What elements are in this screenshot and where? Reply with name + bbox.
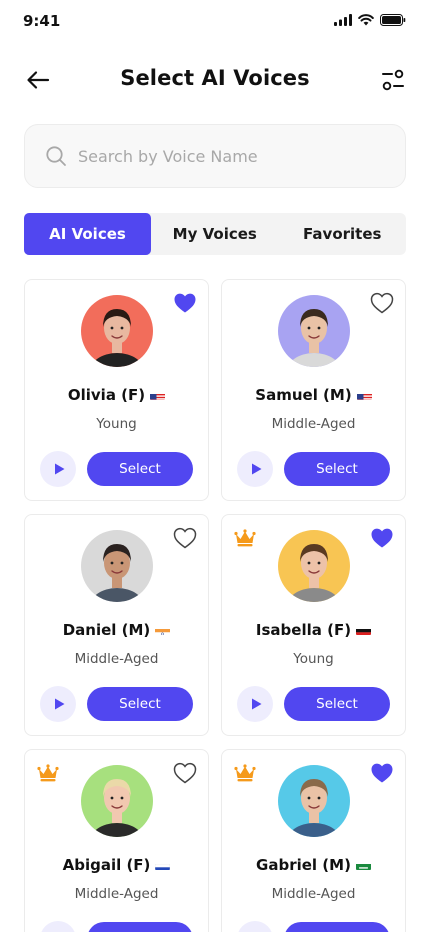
play-button[interactable] (237, 921, 273, 932)
voice-age: Young (293, 651, 334, 667)
voice-name-label: Abigail (F) (62, 856, 151, 874)
select-button[interactable]: Select (284, 922, 390, 932)
play-icon (249, 462, 263, 476)
voice-name-label: Olivia (F) (67, 386, 146, 404)
select-button[interactable]: Select (87, 452, 193, 486)
heart-filled-icon[interactable] (370, 527, 394, 549)
heart-outline-icon[interactable] (173, 762, 197, 784)
voice-name: Isabella (F) (222, 621, 405, 639)
play-button[interactable] (237, 451, 273, 487)
filter-button[interactable] (380, 68, 406, 92)
play-icon (249, 697, 263, 711)
flag-us-icon (356, 390, 372, 400)
voice-card[interactable]: Olivia (F) Young Select (24, 279, 209, 501)
crown-icon (234, 764, 256, 782)
voice-card[interactable]: Abigail (F) Middle-Aged Select (24, 749, 209, 932)
play-icon (52, 697, 66, 711)
voice-card[interactable]: Daniel (M) Middle-Aged Select (24, 514, 209, 736)
voice-name-label: Samuel (M) (255, 386, 352, 404)
voice-name: Olivia (F) (25, 386, 208, 404)
filter-icon (382, 69, 404, 91)
tab-my-voices[interactable]: My Voices (151, 213, 279, 255)
flag-sa-icon (355, 860, 371, 870)
avatar (81, 765, 153, 837)
voice-card[interactable]: Gabriel (M) Middle-Aged Select (221, 749, 406, 932)
voice-name: Daniel (M) (25, 621, 208, 639)
play-button[interactable] (40, 921, 76, 932)
heart-filled-icon[interactable] (173, 292, 197, 314)
page-title: Select AI Voices (120, 66, 310, 90)
search-input[interactable] (78, 146, 378, 166)
heart-outline-icon[interactable] (173, 527, 197, 549)
battery-icon (380, 14, 406, 26)
flag-in-icon (155, 625, 171, 635)
voice-name: Samuel (M) (222, 386, 405, 404)
voice-grid: Olivia (F) Young Select Samuel (M) Middle-Ag… (24, 279, 406, 932)
select-button[interactable]: Select (284, 452, 390, 486)
voice-age: Middle-Aged (271, 416, 356, 432)
voice-name-label: Daniel (M) (62, 621, 151, 639)
voice-card[interactable]: Samuel (M) Middle-Aged Select (221, 279, 406, 501)
flag-de-icon (356, 625, 372, 635)
search-icon (46, 146, 66, 166)
play-button[interactable] (40, 686, 76, 722)
tab-favorites[interactable]: Favorites (279, 213, 407, 255)
select-button[interactable]: Select (87, 687, 193, 721)
tab-ai-voices[interactable]: AI Voices (24, 213, 151, 255)
voice-age: Middle-Aged (74, 886, 159, 902)
voice-tabs: AI Voices My Voices Favorites (24, 213, 406, 255)
avatar (278, 765, 350, 837)
avatar (278, 295, 350, 367)
select-button[interactable]: Select (284, 687, 390, 721)
play-button[interactable] (237, 686, 273, 722)
crown-icon (37, 764, 59, 782)
voice-age: Young (96, 416, 137, 432)
wifi-icon (358, 14, 374, 26)
voice-name-label: Isabella (F) (255, 621, 352, 639)
status-bar: 9:41 (0, 0, 430, 44)
avatar (81, 295, 153, 367)
voice-age: Middle-Aged (74, 651, 159, 667)
signal-icon (334, 14, 352, 26)
play-icon (52, 462, 66, 476)
avatar (81, 530, 153, 602)
voice-name: Gabriel (M) (222, 856, 405, 874)
voice-card[interactable]: Isabella (F) Young Select (221, 514, 406, 736)
voice-age: Middle-Aged (271, 886, 356, 902)
voice-name-label: Gabriel (M) (256, 856, 351, 874)
select-button[interactable]: Select (87, 922, 193, 932)
play-button[interactable] (40, 451, 76, 487)
status-icons (334, 14, 406, 26)
search-box (24, 124, 406, 188)
header: Select AI Voices (0, 58, 430, 102)
status-time: 9:41 (23, 12, 61, 30)
flag-ru-icon (155, 860, 171, 870)
heart-filled-icon[interactable] (370, 762, 394, 784)
crown-icon (234, 529, 256, 547)
flag-us-icon (150, 390, 166, 400)
avatar (278, 530, 350, 602)
heart-outline-icon[interactable] (370, 292, 394, 314)
voice-name: Abigail (F) (25, 856, 208, 874)
